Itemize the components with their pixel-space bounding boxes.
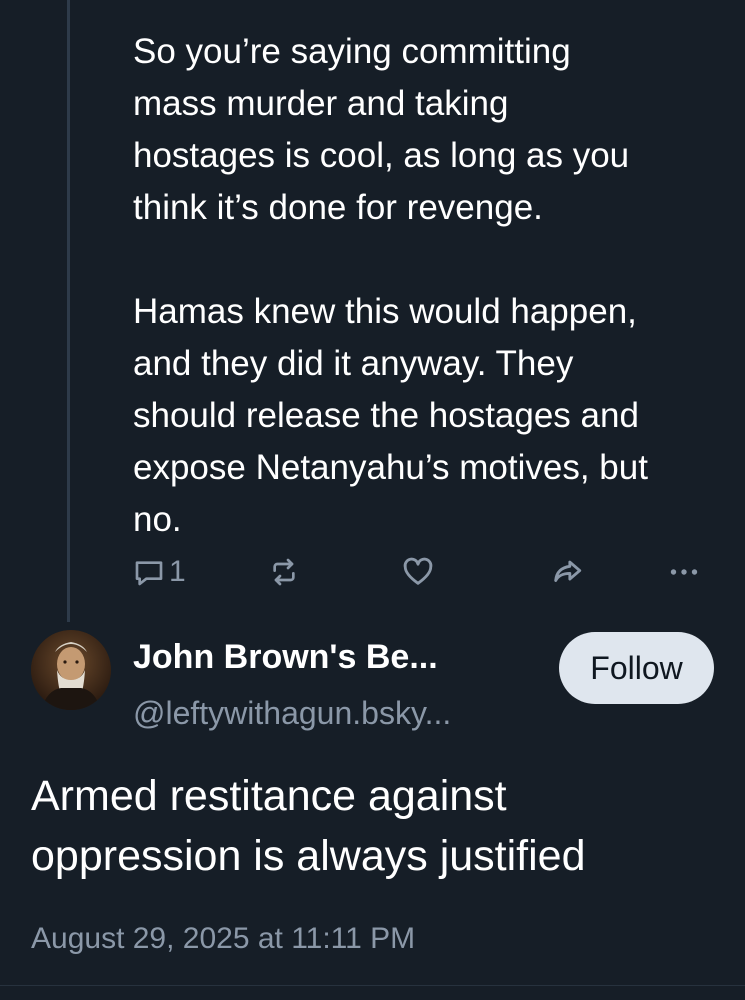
follow-button[interactable]: Follow bbox=[559, 632, 714, 704]
comment-icon bbox=[133, 556, 165, 588]
heart-icon bbox=[401, 555, 435, 589]
post-text: Armed restitance against oppression is a… bbox=[31, 772, 586, 880]
repost-button[interactable] bbox=[268, 552, 300, 592]
divider bbox=[0, 985, 745, 986]
like-button[interactable] bbox=[401, 552, 435, 592]
share-icon bbox=[550, 555, 584, 589]
post-timestamp: August 29, 2025 at 11:11 PM bbox=[31, 922, 416, 955]
more-options-button[interactable] bbox=[666, 552, 702, 592]
author-avatar[interactable] bbox=[31, 630, 111, 710]
share-button[interactable] bbox=[550, 552, 584, 592]
more-dots-icon bbox=[666, 554, 702, 590]
repost-icon bbox=[268, 556, 300, 588]
reply-count: 1 bbox=[169, 555, 186, 588]
author-handle[interactable]: @leftywithagun.bsky... bbox=[133, 695, 451, 732]
reply-action-bar: 1 bbox=[0, 552, 745, 592]
reply-post-text: So you’re saying committing mass murder … bbox=[133, 32, 648, 539]
thread-line bbox=[67, 0, 70, 622]
author-display-name[interactable]: John Brown's Be... bbox=[133, 638, 438, 677]
reply-button[interactable]: 1 bbox=[133, 552, 186, 592]
